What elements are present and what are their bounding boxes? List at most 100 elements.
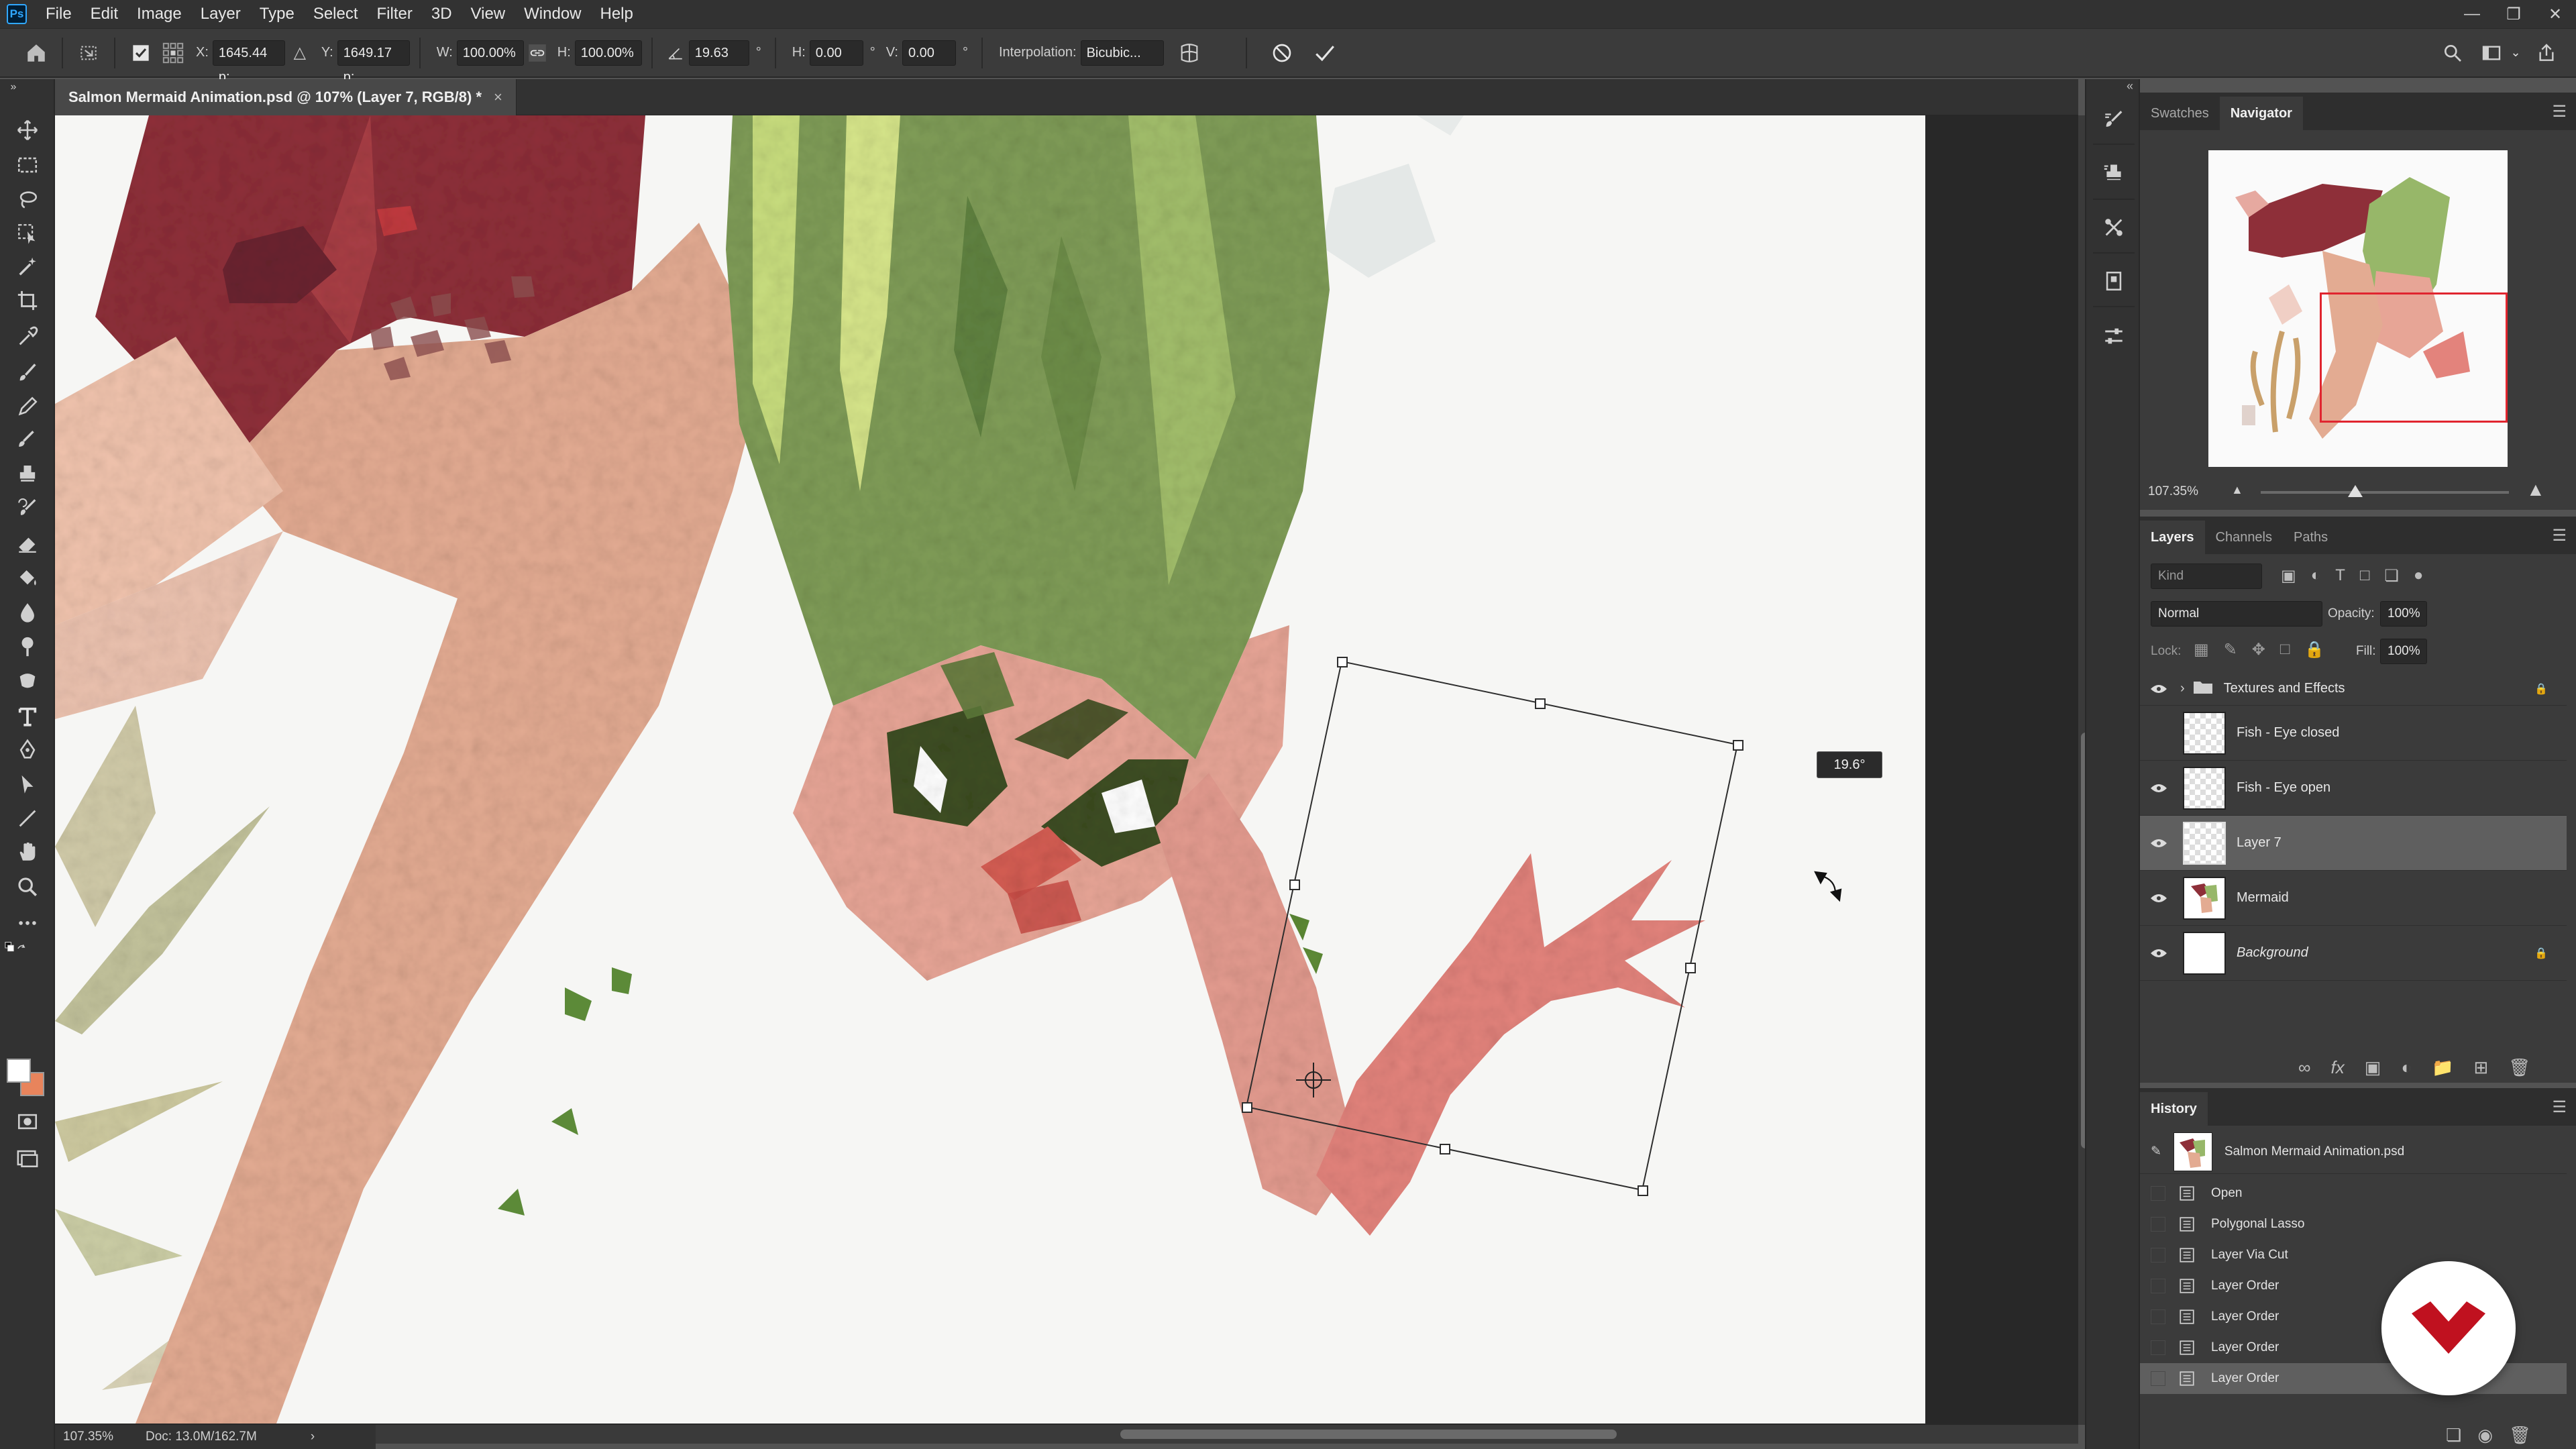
brush-tool-icon[interactable] [7, 357, 48, 389]
layer-row-fish-eye-closed[interactable]: Fish - Eye closed [2140, 706, 2567, 761]
zoom-in-icon[interactable]: ▲ [2526, 479, 2545, 500]
history-step[interactable]: Open [2140, 1178, 2567, 1209]
menu-image[interactable]: Image [127, 0, 191, 28]
y-position-field[interactable]: 1649.17 p: [337, 40, 410, 85]
lock-image-icon[interactable]: ✎ [2224, 640, 2237, 659]
sponge-tool-icon[interactable] [7, 664, 48, 696]
history-brush-source-icon[interactable]: ✎ [2151, 1144, 2161, 1159]
quick-mask-icon[interactable] [7, 1106, 48, 1138]
delta-icon[interactable]: △ [285, 43, 315, 62]
history-brush-checkbox[interactable] [2151, 1248, 2165, 1263]
move-tool-icon[interactable] [7, 114, 48, 146]
delete-state-icon[interactable]: 🗑 [2509, 1425, 2531, 1446]
layer-row-mermaid[interactable]: Mermaid [2140, 871, 2567, 926]
layer-row-fish-eye-open[interactable]: Fish - Eye open [2140, 761, 2567, 816]
dodge-tool-icon[interactable] [7, 631, 48, 663]
lasso-tool-icon[interactable] [7, 184, 48, 216]
pencil-tool-icon[interactable] [7, 390, 48, 423]
snapshot-camera-icon[interactable]: ◉ [2477, 1425, 2493, 1446]
zoom-out-icon[interactable]: ▲ [2231, 483, 2243, 497]
navigator-preview[interactable] [2208, 150, 2508, 467]
navigator-zoom-slider[interactable] [2261, 491, 2509, 494]
new-layer-icon[interactable]: ⊞ [2473, 1057, 2488, 1078]
object-selection-tool-icon[interactable] [7, 217, 48, 250]
reference-point-checkbox[interactable] [125, 37, 157, 69]
foreground-color-swatch[interactable] [7, 1059, 31, 1083]
document-tab[interactable]: Salmon Mermaid Animation.psd @ 107% (Lay… [55, 79, 517, 115]
vertical-skew-field[interactable]: 0.00 [902, 40, 956, 66]
marquee-tool-icon[interactable] [7, 149, 48, 181]
layer-row-textures-and-effects[interactable]: › Textures and Effects 🔒 [2140, 672, 2567, 706]
menu-file[interactable]: File [36, 0, 81, 28]
chevron-right-icon[interactable]: › [2180, 681, 2185, 696]
navigator-view-box[interactable] [2320, 292, 2508, 423]
interpolation-select[interactable]: Bicubic... [1080, 40, 1164, 66]
filter-adjustment-icon[interactable]: ◐ [2311, 566, 2321, 586]
blur-tool-icon[interactable] [7, 596, 48, 628]
libraries-icon[interactable] [2096, 263, 2132, 299]
canvas-area[interactable] [55, 115, 2078, 1425]
panel-menu-icon[interactable]: ☰ [2552, 102, 2567, 121]
history-brush-tool-icon[interactable] [7, 492, 48, 525]
menu-layer[interactable]: Layer [191, 0, 250, 28]
eraser-tool-icon[interactable] [7, 527, 48, 559]
add-mask-icon[interactable]: ▣ [2365, 1057, 2381, 1078]
visibility-eye-icon[interactable] [2140, 838, 2178, 849]
minimize-button[interactable]: — [2451, 0, 2493, 28]
new-group-icon[interactable]: 📁 [2432, 1057, 2453, 1078]
menu-3d[interactable]: 3D [422, 0, 462, 28]
layer-row-layer-7[interactable]: Layer 7 [2140, 816, 2567, 871]
filter-shape-icon[interactable]: □ [2360, 566, 2370, 586]
clone-stamp-tool-icon[interactable] [7, 424, 48, 456]
cancel-transform-icon[interactable] [1266, 37, 1298, 69]
rotation-angle-field[interactable]: 19.63 [688, 40, 749, 66]
menu-edit[interactable]: Edit [81, 0, 127, 28]
horizontal-skew-field[interactable]: 0.00 [809, 40, 863, 66]
history-brush-checkbox[interactable] [2151, 1279, 2165, 1293]
brush-settings-icon[interactable] [2096, 102, 2132, 138]
crop-tool-icon[interactable] [7, 284, 48, 317]
history-brush-checkbox[interactable] [2151, 1217, 2165, 1232]
panel-menu-icon[interactable]: ☰ [2552, 526, 2567, 545]
status-zoom[interactable]: 107.35% [63, 1430, 113, 1444]
tab-channels[interactable]: Channels [2205, 521, 2284, 554]
eyedropper-tool-icon[interactable] [7, 321, 48, 353]
tab-history[interactable]: History [2140, 1092, 2208, 1126]
menu-help[interactable]: Help [591, 0, 643, 28]
filter-type-icon[interactable]: T [2335, 566, 2345, 586]
paint-bucket-tool-icon[interactable] [7, 561, 48, 593]
line-tool-icon[interactable] [7, 802, 48, 835]
more-tools-icon[interactable] [7, 907, 48, 939]
tool-presets-icon[interactable] [2096, 209, 2132, 246]
document-canvas[interactable] [55, 115, 1925, 1424]
history-step[interactable]: Polygonal Lasso [2140, 1209, 2567, 1240]
opacity-field[interactable]: 100% [2380, 601, 2427, 627]
history-brush-checkbox[interactable] [2151, 1371, 2165, 1386]
warp-mode-icon[interactable] [1173, 37, 1205, 69]
close-tab-icon[interactable]: × [494, 89, 502, 106]
visibility-eye-icon[interactable] [2140, 948, 2178, 959]
zoom-tool-icon[interactable] [7, 871, 48, 903]
visibility-eye-icon[interactable] [2140, 684, 2178, 694]
collapse-toolbar-icon[interactable]: » [0, 79, 27, 95]
lock-artboard-icon[interactable]: □ [2280, 640, 2290, 659]
home-icon[interactable] [20, 37, 52, 69]
share-icon[interactable] [2530, 37, 2563, 69]
fill-field[interactable]: 100% [2380, 639, 2427, 664]
history-brush-checkbox[interactable] [2151, 1309, 2165, 1324]
navigator-zoom-knob[interactable] [2347, 485, 2363, 497]
tab-layers[interactable]: Layers [2140, 521, 2205, 554]
visibility-eye-icon[interactable] [2140, 783, 2178, 794]
menu-filter[interactable]: Filter [368, 0, 422, 28]
lock-all-icon[interactable]: 🔒 [2304, 640, 2324, 659]
menu-type[interactable]: Type [250, 0, 304, 28]
menu-view[interactable]: View [462, 0, 515, 28]
filter-toggle-icon[interactable]: ● [2414, 566, 2424, 586]
restore-button[interactable]: ❐ [2493, 0, 2534, 28]
height-percent-field[interactable]: 100.00% [574, 40, 642, 66]
adjustment-layer-icon[interactable]: ◐ [2401, 1057, 2412, 1078]
clone-source-icon[interactable] [2096, 156, 2132, 192]
search-icon[interactable] [2436, 37, 2469, 69]
commit-transform-icon[interactable] [1309, 37, 1341, 69]
tab-swatches[interactable]: Swatches [2140, 97, 2220, 130]
